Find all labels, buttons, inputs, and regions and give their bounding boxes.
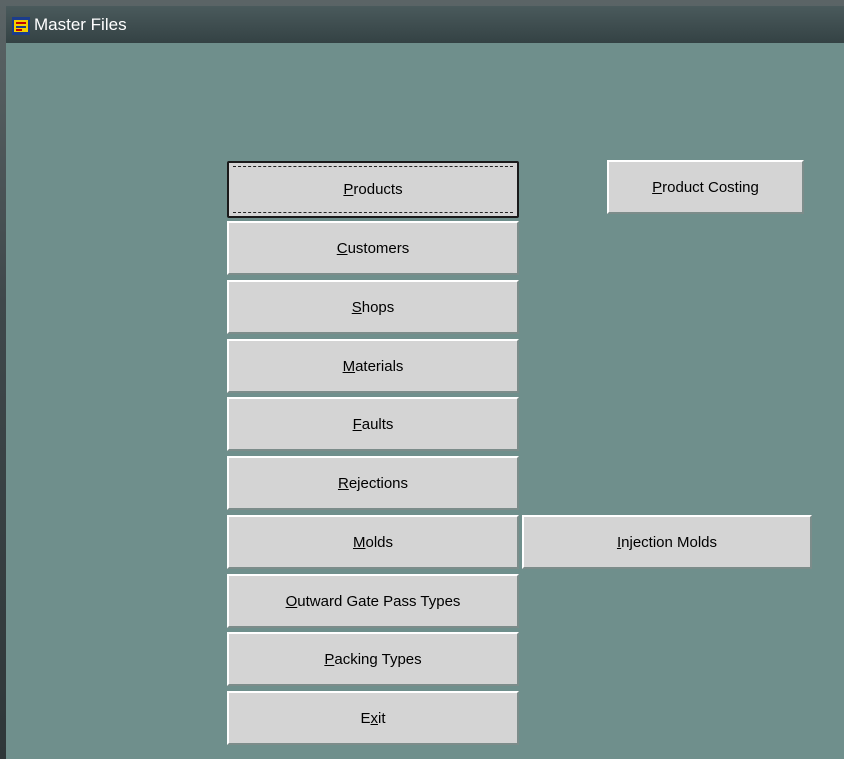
product-costing-button-label: Product Costing xyxy=(652,178,759,196)
faults-button-label: Faults xyxy=(352,415,394,433)
products-button-label: Products xyxy=(343,181,403,198)
exit-button-label: Exit xyxy=(360,709,386,727)
injection-molds-button-label: Injection Molds xyxy=(616,533,718,551)
rejections-button-label: Rejections xyxy=(337,474,409,492)
outward-gate-pass-types-button[interactable]: Outward Gate Pass Types xyxy=(227,574,519,628)
injection-molds-button[interactable]: Injection Molds xyxy=(522,515,812,569)
shops-button-label: Shops xyxy=(351,298,395,316)
molds-button[interactable]: Molds xyxy=(227,515,519,569)
customers-button[interactable]: Customers xyxy=(227,221,519,275)
outward-gate-pass-types-button-label: Outward Gate Pass Types xyxy=(285,592,461,610)
materials-button-label: Materials xyxy=(342,357,404,375)
products-button[interactable]: Products xyxy=(227,161,519,218)
exit-button[interactable]: Exit xyxy=(227,691,519,745)
app-window-icon xyxy=(12,17,30,35)
window-title: Master Files xyxy=(34,15,127,34)
title-bar: Master Files xyxy=(6,6,844,43)
faults-button[interactable]: Faults xyxy=(227,397,519,451)
customers-button-label: Customers xyxy=(336,239,410,257)
molds-button-label: Molds xyxy=(352,533,394,551)
master-files-canvas: Products Customers Shops Materials Fault… xyxy=(6,43,844,759)
materials-button[interactable]: Materials xyxy=(227,339,519,393)
packing-types-button-label: Packing Types xyxy=(324,650,422,668)
product-costing-button[interactable]: Product Costing xyxy=(607,160,804,214)
rejections-button[interactable]: Rejections xyxy=(227,456,519,510)
packing-types-button[interactable]: Packing Types xyxy=(227,632,519,686)
window-frame: Master Files Products Customers Shops Ma… xyxy=(0,0,844,759)
shops-button[interactable]: Shops xyxy=(227,280,519,334)
